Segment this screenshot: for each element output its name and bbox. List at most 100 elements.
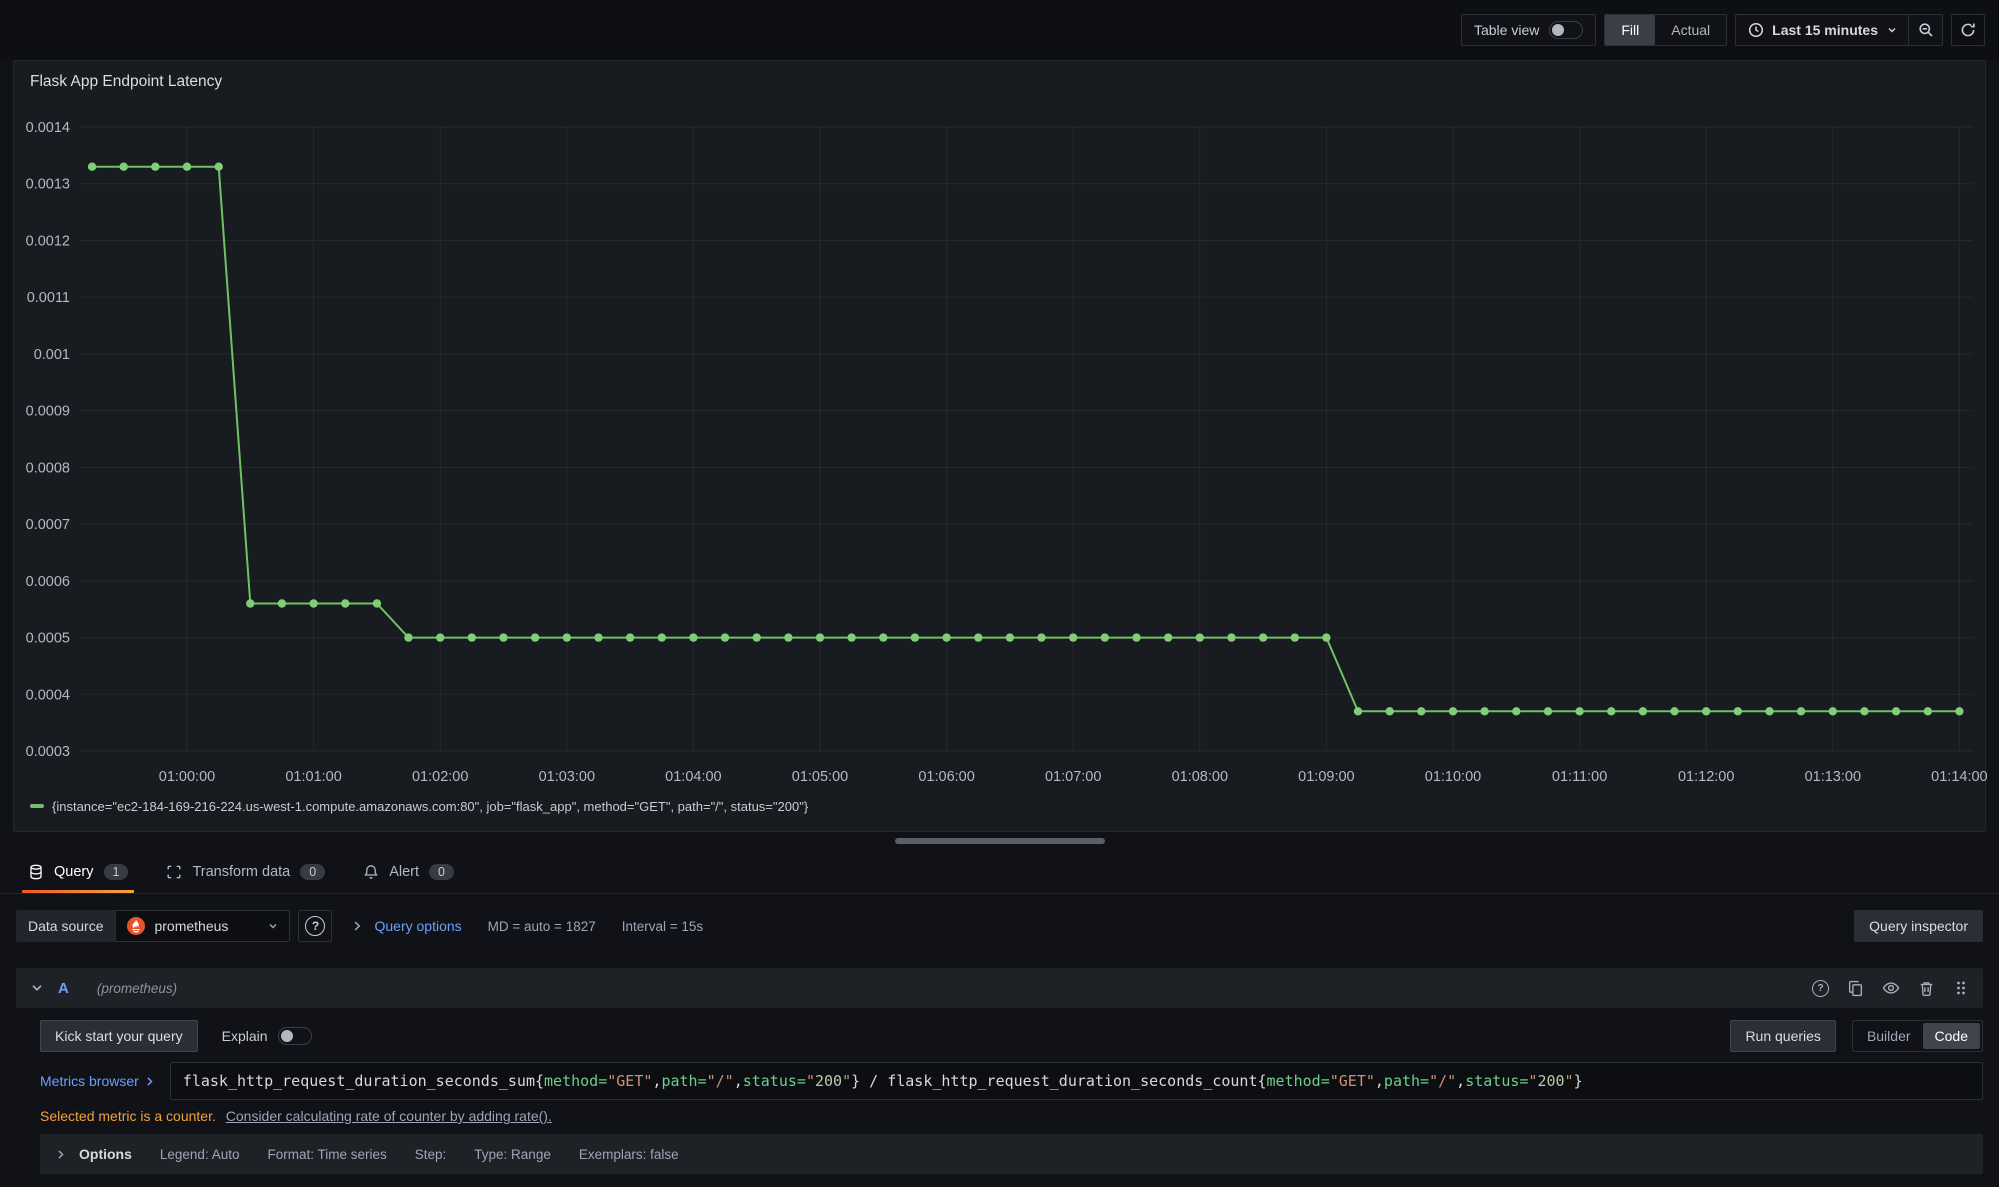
toggle-knob xyxy=(1552,24,1564,36)
svg-text:01:07:00: 01:07:00 xyxy=(1045,769,1101,785)
interval-stat: Interval = 15s xyxy=(622,919,703,934)
delete-query-icon[interactable] xyxy=(1918,980,1935,997)
drag-handle-icon[interactable] xyxy=(1953,980,1969,996)
expression-token: path= xyxy=(661,1072,706,1090)
collapse-chevron-icon[interactable] xyxy=(30,981,44,995)
svg-text:01:09:00: 01:09:00 xyxy=(1298,769,1354,785)
expression-token: , xyxy=(1456,1072,1465,1090)
kick-start-button[interactable]: Kick start your query xyxy=(40,1020,198,1052)
panel-flask-latency: Flask App Endpoint Latency 0.0014 0.0013 0… xyxy=(13,60,1986,832)
expression-token: " xyxy=(842,1072,851,1090)
table-view-control: Table view xyxy=(1461,14,1596,46)
expression-token: " xyxy=(806,1072,815,1090)
angle-right-icon xyxy=(350,919,364,933)
svg-text:01:12:00: 01:12:00 xyxy=(1678,769,1734,785)
explain-toggle[interactable] xyxy=(278,1027,312,1045)
query-expression[interactable]: flask_http_request_duration_seconds_sum{… xyxy=(170,1062,1983,1100)
duplicate-query-icon[interactable] xyxy=(1847,980,1864,997)
refresh-button[interactable] xyxy=(1951,14,1985,46)
max-data-points-stat: MD = auto = 1827 xyxy=(488,919,596,934)
editor-tabs: Query 1 Transform data 0 Alert 0 xyxy=(0,850,1999,894)
metrics-browser-label: Metrics browser xyxy=(40,1073,139,1089)
panel-title: Flask App Endpoint Latency xyxy=(14,61,1985,93)
expression-token: path= xyxy=(1384,1072,1429,1090)
fill-option[interactable]: Fill xyxy=(1605,15,1655,45)
panel-resize-scrollbar[interactable] xyxy=(895,838,1105,844)
prometheus-icon xyxy=(126,916,146,936)
datasource-help-button[interactable]: ? xyxy=(298,910,332,942)
table-view-label: Table view xyxy=(1474,22,1539,38)
zoom-out-button[interactable] xyxy=(1908,15,1942,45)
svg-text:01:11:00: 01:11:00 xyxy=(1552,769,1607,785)
legend-series-label[interactable]: {instance="ec2-184-169-216-224.us-west-1… xyxy=(52,799,808,814)
edit-toolbar: Table view Fill Actual Last 15 minutes xyxy=(0,0,1999,60)
time-range-label: Last 15 minutes xyxy=(1772,22,1878,38)
option-stat: Exemplars: false xyxy=(579,1147,679,1162)
transform-icon xyxy=(166,864,182,880)
builder-option[interactable]: Builder xyxy=(1855,1023,1923,1049)
svg-text:01:02:00: 01:02:00 xyxy=(412,769,468,785)
expression-token: method= xyxy=(1267,1072,1330,1090)
run-queries-button[interactable]: Run queries xyxy=(1730,1020,1836,1052)
toggle-visibility-icon[interactable] xyxy=(1882,979,1900,997)
query-ref-id[interactable]: A xyxy=(58,980,69,997)
angle-right-icon xyxy=(54,1148,67,1161)
svg-text:01:06:00: 01:06:00 xyxy=(918,769,974,785)
svg-text:01:01:00: 01:01:00 xyxy=(285,769,341,785)
query-row-header[interactable]: A (prometheus) ? xyxy=(16,968,1983,1008)
svg-text:0.0011: 0.0011 xyxy=(27,290,70,306)
svg-text:0.0014: 0.0014 xyxy=(26,120,70,136)
expression-token: , xyxy=(652,1072,661,1090)
query-help-icon[interactable]: ? xyxy=(1812,980,1829,997)
expression-token: "GET" xyxy=(607,1072,652,1090)
svg-text:01:03:00: 01:03:00 xyxy=(539,769,595,785)
expression-token: } xyxy=(1574,1072,1583,1090)
tab-count-badge: 0 xyxy=(300,864,325,880)
latency-chart[interactable]: 0.00140.00130.00120.00110.0010.00090.000… xyxy=(14,93,1985,793)
counter-warning-text: Selected metric is a counter. xyxy=(40,1108,216,1124)
actual-option[interactable]: Actual xyxy=(1655,15,1726,45)
svg-text:01:05:00: 01:05:00 xyxy=(792,769,848,785)
time-range-picker: Last 15 minutes xyxy=(1735,14,1943,46)
code-option[interactable]: Code xyxy=(1923,1023,1980,1049)
svg-text:0.0007: 0.0007 xyxy=(26,517,70,533)
svg-text:0.0013: 0.0013 xyxy=(26,177,70,193)
active-tab-indicator xyxy=(22,890,134,893)
query-options-toggle[interactable]: Query options xyxy=(374,918,461,934)
refresh-icon xyxy=(1960,22,1976,38)
expression-token: status= xyxy=(743,1072,806,1090)
query-datasource-hint: (prometheus) xyxy=(97,981,177,996)
zoom-out-icon xyxy=(1918,22,1934,38)
svg-text:0.0005: 0.0005 xyxy=(26,631,70,647)
expression-token: " xyxy=(1565,1072,1574,1090)
tab-query[interactable]: Query 1 xyxy=(28,850,128,893)
database-icon xyxy=(28,864,44,880)
tab-alert[interactable]: Alert 0 xyxy=(363,850,454,893)
tab-label: Alert xyxy=(389,864,419,880)
query-actions: ? xyxy=(1812,979,1969,997)
tab-transform-data[interactable]: Transform data 0 xyxy=(166,850,325,893)
svg-text:01:13:00: 01:13:00 xyxy=(1805,769,1861,785)
svg-text:0.0009: 0.0009 xyxy=(26,404,70,420)
svg-text:0.0006: 0.0006 xyxy=(26,574,70,590)
svg-text:0.001: 0.001 xyxy=(34,347,70,363)
svg-text:0.0003: 0.0003 xyxy=(26,744,70,760)
tab-label: Query xyxy=(54,864,94,880)
tab-count-badge: 1 xyxy=(104,864,129,880)
datasource-value: prometheus xyxy=(154,918,228,934)
add-rate-link[interactable]: Consider calculating rate of counter by … xyxy=(226,1108,552,1124)
explain-label: Explain xyxy=(222,1028,268,1044)
metrics-browser-toggle[interactable]: Metrics browser xyxy=(40,1062,156,1100)
svg-text:01:08:00: 01:08:00 xyxy=(1172,769,1228,785)
angle-right-icon xyxy=(143,1075,156,1088)
query-options-bar[interactable]: Options Legend: AutoFormat: Time seriesS… xyxy=(40,1134,1983,1174)
query-inspector-button[interactable]: Query inspector xyxy=(1854,910,1983,942)
datasource-row: Data source prometheus ? Query options M… xyxy=(16,906,1983,946)
table-view-toggle[interactable] xyxy=(1549,21,1583,39)
expression-token: , xyxy=(1375,1072,1384,1090)
time-range-button[interactable]: Last 15 minutes xyxy=(1748,22,1908,38)
help-icon: ? xyxy=(305,916,325,936)
expression-token: status= xyxy=(1465,1072,1528,1090)
expression-token: } / xyxy=(851,1072,887,1090)
datasource-picker[interactable]: prometheus xyxy=(115,910,290,942)
